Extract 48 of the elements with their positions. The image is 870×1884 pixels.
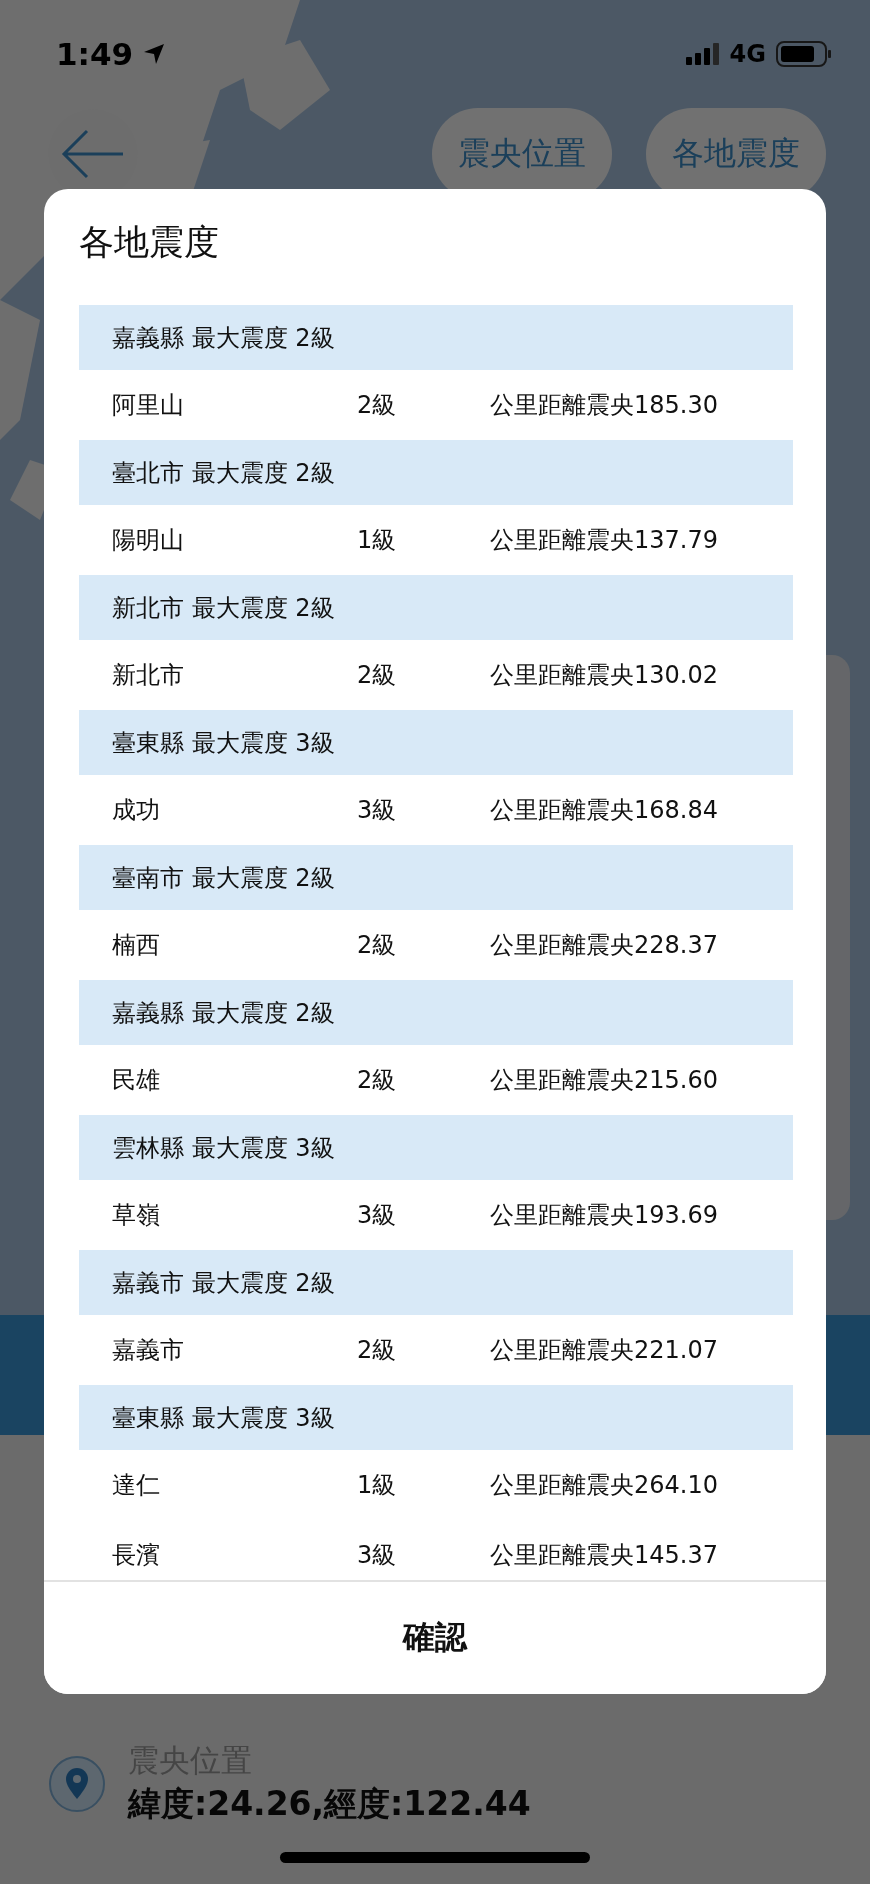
station-distance: 公里距離震央145.37 — [490, 1540, 719, 1571]
region-header: 嘉義市 最大震度 2級 — [79, 1250, 793, 1315]
battery-icon — [776, 41, 832, 67]
location-arrow-icon — [143, 43, 166, 65]
station-intensity: 3級 — [357, 1200, 398, 1231]
station-intensity: 2級 — [357, 930, 398, 961]
station-intensity: 2級 — [357, 390, 398, 421]
region-header: 雲林縣 最大震度 3級 — [79, 1115, 793, 1180]
region-header: 新北市 最大震度 2級 — [79, 575, 793, 640]
station-distance: 公里距離震央168.84 — [490, 795, 719, 826]
station-name: 成功 — [112, 795, 161, 826]
region-header: 臺北市 最大震度 2級 — [79, 440, 793, 505]
station-distance: 公里距離震央185.30 — [490, 390, 719, 421]
station-intensity: 3級 — [357, 1540, 398, 1571]
location-pin-icon — [48, 1754, 106, 1813]
station-distance: 公里距離震央215.60 — [490, 1065, 719, 1096]
region-header: 嘉義縣 最大震度 2級 — [79, 980, 793, 1045]
status-time: 1:49 — [56, 36, 134, 72]
network-type: 4G — [729, 40, 766, 68]
region-header: 臺南市 最大震度 2級 — [79, 845, 793, 910]
station-distance: 公里距離震央264.10 — [490, 1470, 719, 1501]
station-intensity: 1級 — [357, 525, 398, 556]
back-arrow-icon — [61, 129, 125, 179]
station-intensity: 1級 — [357, 1470, 398, 1501]
station-name: 達仁 — [112, 1470, 161, 1501]
epicenter-coordinates: 緯度:24.26,經度:122.44 — [128, 1783, 531, 1825]
station-distance: 公里距離震央193.69 — [490, 1200, 719, 1231]
station-name: 民雄 — [112, 1065, 161, 1096]
station-intensity: 2級 — [357, 1065, 398, 1096]
station-name: 草嶺 — [112, 1200, 161, 1231]
station-distance: 公里距離震央137.79 — [490, 525, 719, 556]
region-header: 嘉義縣 最大震度 2級 — [79, 305, 793, 370]
station-intensity: 2級 — [357, 1335, 398, 1366]
station-name: 嘉義市 — [112, 1335, 185, 1366]
station-name: 陽明山 — [112, 525, 185, 556]
region-header: 臺東縣 最大震度 3級 — [79, 1385, 793, 1450]
station-name: 阿里山 — [112, 390, 185, 421]
region-header: 臺東縣 最大震度 3級 — [79, 710, 793, 775]
station-distance: 公里距離震央221.07 — [490, 1335, 719, 1366]
station-name: 長濱 — [112, 1540, 161, 1571]
dialog-title: 各地震度 — [78, 221, 220, 264]
station-name: 新北市 — [112, 660, 185, 691]
signal-icon — [685, 43, 720, 65]
station-intensity: 2級 — [357, 660, 398, 691]
station-intensity: 3級 — [357, 795, 398, 826]
station-name: 楠西 — [112, 930, 161, 961]
station-distance: 公里距離震央228.37 — [490, 930, 719, 961]
station-distance: 公里距離震央130.02 — [490, 660, 719, 691]
